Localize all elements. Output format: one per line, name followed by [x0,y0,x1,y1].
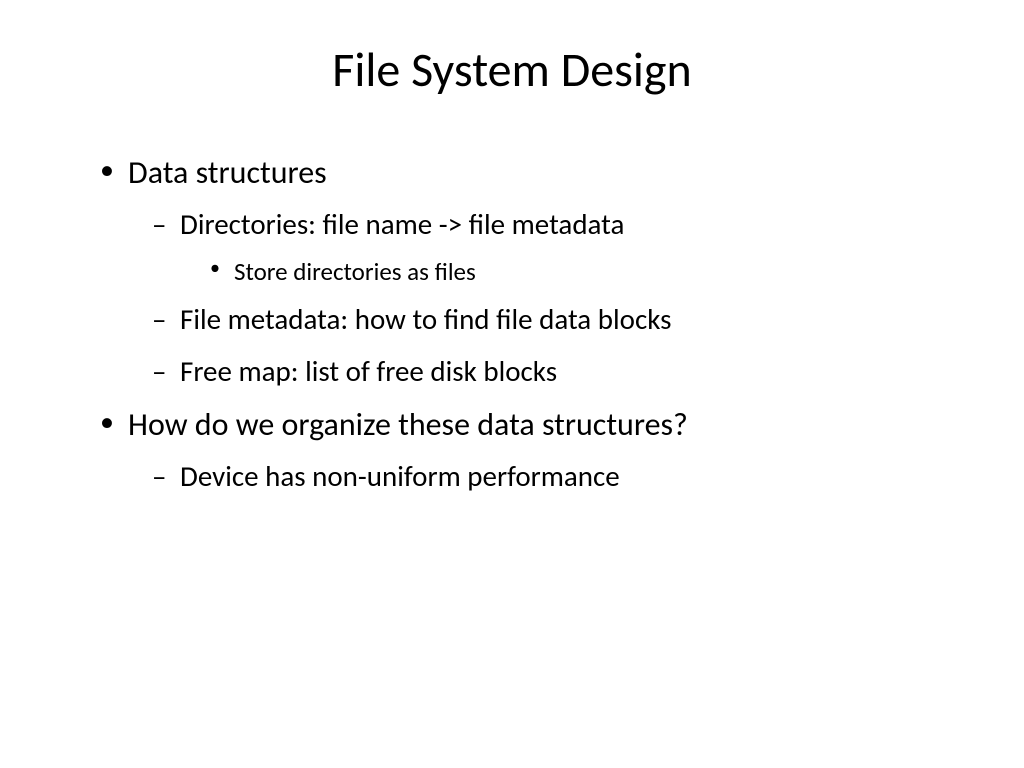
bullet-item: Free map: list of free disk blocks [152,350,964,394]
bullet-item: Device has non-uniform performance [152,455,964,499]
bullet-text: Device has non-uniform performance [180,458,620,494]
bullet-text: Data structures [128,153,327,192]
slide-content: Data structures Directories: file name -… [60,149,964,499]
bullet-item: Data structures Directories: file name -… [100,149,964,393]
bullet-list-level1: Data structures Directories: file name -… [100,149,964,499]
bullet-text: Directories: file name -> file metadata [180,206,624,242]
bullet-item: Store directories as files [210,253,964,291]
bullet-list-level2: Directories: file name -> file metadata … [152,203,964,393]
bullet-item: File metadata: how to find file data blo… [152,298,964,342]
bullet-text: How do we organize these data structures… [128,405,688,444]
bullet-item: Directories: file name -> file metadata … [152,203,964,290]
slide-title: File System Design [60,40,964,99]
bullet-text: File metadata: how to find file data blo… [180,301,671,337]
bullet-list-level3: Store directories as files [210,253,964,291]
bullet-list-level2: Device has non-uniform performance [152,455,964,499]
bullet-item: How do we organize these data structures… [100,401,964,499]
presentation-slide: File System Design Data structures Direc… [0,0,1024,768]
bullet-text: Free map: list of free disk blocks [180,353,557,389]
bullet-text: Store directories as files [234,256,476,287]
